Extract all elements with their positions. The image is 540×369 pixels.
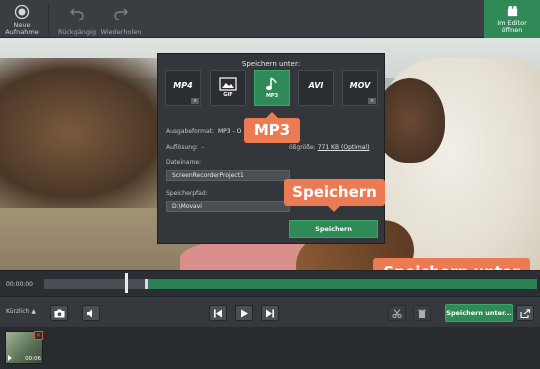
timeline-selection[interactable] bbox=[146, 279, 537, 289]
save-dialog: Speichern unter: MP4 » GIF MP3 AVI MOV »… bbox=[157, 53, 385, 244]
preview-man-head bbox=[375, 78, 445, 163]
open-editor-label: Im Editor öffnen bbox=[497, 19, 527, 34]
snapshot-button[interactable] bbox=[50, 305, 68, 321]
timeline: 00:00:00 bbox=[0, 270, 540, 296]
redo-label: Wiederholen bbox=[100, 28, 142, 36]
preview-woman bbox=[0, 58, 175, 208]
camera-icon bbox=[54, 309, 64, 318]
trash-icon bbox=[418, 309, 426, 318]
callout-save: Speichern bbox=[284, 179, 385, 212]
format-mp3-label: MP3 bbox=[265, 93, 279, 99]
share-button[interactable] bbox=[516, 305, 534, 321]
controls-bar: Kürzlich ▲ Speichern unter... bbox=[0, 296, 540, 327]
skip-forward-icon bbox=[266, 309, 274, 318]
recording-duration: 00:06 bbox=[25, 356, 41, 362]
scissors-icon bbox=[392, 309, 402, 318]
recent-recording-thumbnail[interactable]: ✕ 00:06 bbox=[5, 331, 43, 364]
playhead[interactable] bbox=[125, 273, 128, 293]
format-gif-label: GIF bbox=[223, 92, 233, 98]
format-more-icon: » bbox=[368, 98, 376, 104]
play-button[interactable] bbox=[235, 305, 253, 321]
callout-save-text: Speichern bbox=[292, 183, 377, 201]
music-note-icon bbox=[266, 77, 277, 91]
speaker-icon bbox=[87, 309, 92, 318]
top-toolbar: Neue Aufnahme Rückgängig Wiederholen Im … bbox=[0, 0, 540, 38]
format-avi-button[interactable]: AVI bbox=[298, 70, 334, 106]
cut-button[interactable] bbox=[388, 305, 406, 321]
current-time: 00:00:00 bbox=[6, 281, 33, 288]
format-more-icon: » bbox=[191, 98, 199, 104]
skip-back-icon bbox=[214, 309, 222, 318]
format-mp3-button[interactable]: MP3 bbox=[254, 70, 290, 106]
dialog-title: Speichern unter: bbox=[241, 60, 301, 68]
image-icon bbox=[219, 77, 237, 91]
play-icon bbox=[241, 309, 248, 318]
filename-input[interactable]: ScreenRecorderProject1 bbox=[166, 170, 290, 181]
output-format-value: MP3 - O bbox=[217, 128, 242, 135]
format-mp4-label: MP4 bbox=[173, 81, 193, 90]
undo-button[interactable]: Rückgängig bbox=[56, 0, 98, 38]
dialog-save-button[interactable]: Speichern bbox=[289, 220, 378, 238]
save-path-input[interactable]: D:\Movavi bbox=[166, 201, 290, 212]
next-button[interactable] bbox=[261, 305, 279, 321]
format-mov-button[interactable]: MOV » bbox=[342, 70, 378, 106]
recent-recordings-strip: ✕ 00:06 bbox=[0, 327, 540, 369]
previous-button[interactable] bbox=[209, 305, 227, 321]
share-icon bbox=[519, 309, 530, 318]
redo-button[interactable]: Wiederholen bbox=[98, 0, 144, 38]
format-mov-label: MOV bbox=[349, 81, 371, 90]
toolbar-divider bbox=[48, 4, 49, 34]
new-recording-button[interactable]: Neue Aufnahme bbox=[0, 0, 44, 38]
undo-icon bbox=[70, 8, 84, 20]
filesize-label: ößgröße: 771 KB (Optimal) bbox=[289, 144, 370, 151]
resolution-label: Auflösung: - bbox=[166, 144, 205, 151]
editor-film-icon bbox=[507, 5, 517, 17]
filesize-link[interactable]: 771 KB (Optimal) bbox=[318, 144, 370, 151]
save-path-label: Speicherpfad: bbox=[166, 190, 208, 197]
new-recording-label: Neue Aufnahme bbox=[5, 21, 39, 36]
resolution-value: - bbox=[201, 144, 205, 151]
volume-button[interactable] bbox=[82, 305, 100, 321]
callout-mp3-text: MP3 bbox=[253, 121, 291, 139]
callout-tail bbox=[266, 112, 278, 118]
callout-mp3: MP3 bbox=[244, 112, 300, 143]
close-icon[interactable]: ✕ bbox=[34, 331, 43, 340]
format-gif-button[interactable]: GIF bbox=[210, 70, 246, 106]
screen-recorder-app: Neue Aufnahme Rückgängig Wiederholen Im … bbox=[0, 0, 540, 369]
open-in-editor-button[interactable]: Im Editor öffnen bbox=[484, 0, 540, 38]
filename-label: Dateiname: bbox=[166, 159, 202, 166]
save-as-button[interactable]: Speichern unter... bbox=[445, 304, 513, 322]
undo-label: Rückgängig bbox=[58, 28, 96, 36]
format-avi-label: AVI bbox=[308, 81, 324, 90]
selection-start-marker[interactable] bbox=[145, 279, 148, 289]
record-icon bbox=[14, 4, 30, 20]
callout-tail bbox=[328, 206, 340, 212]
play-icon bbox=[8, 355, 12, 361]
format-mp4-button[interactable]: MP4 » bbox=[165, 70, 201, 106]
output-format-label: Ausgabeformat: MP3 - O bbox=[166, 128, 242, 135]
delete-button[interactable] bbox=[413, 305, 431, 321]
recent-toggle[interactable]: Kürzlich ▲ bbox=[6, 308, 36, 315]
redo-icon bbox=[114, 8, 128, 20]
